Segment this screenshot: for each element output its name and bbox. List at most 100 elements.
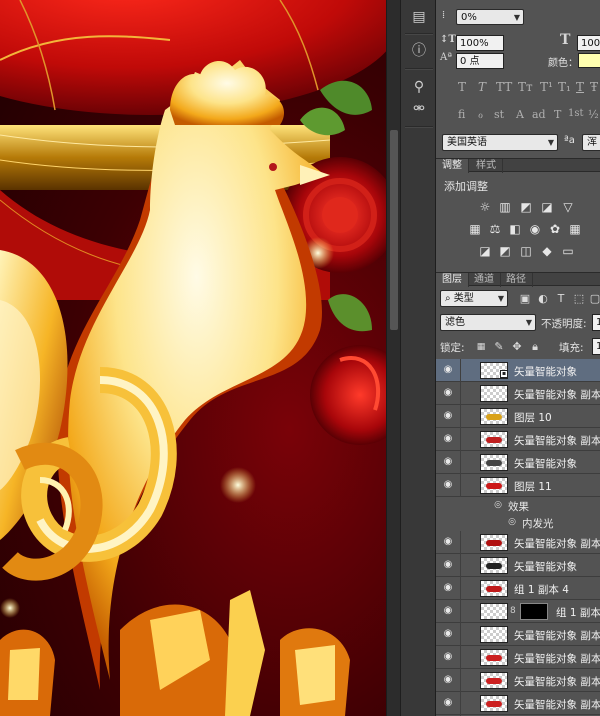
inner-glow-row[interactable]: ◎ 内发光 (436, 514, 600, 531)
tab-paths[interactable]: 路径 (500, 273, 533, 287)
layer-row[interactable]: ◉ 图层 10 (436, 405, 600, 428)
layer-name[interactable]: 矢量智能对象 (514, 364, 577, 379)
ligatures-button[interactable]: fi (458, 108, 465, 121)
layer-mask-thumbnail[interactable] (520, 603, 548, 620)
layer-row[interactable]: ◉ 矢量智能对象 副本 (436, 428, 600, 451)
visibility-eye-icon[interactable]: ◉ (441, 582, 455, 594)
language-dropdown[interactable]: 美国英语 ▼ (442, 134, 558, 151)
tab-adjustments[interactable]: 调整 (436, 159, 469, 173)
effects-row[interactable]: ◎ 效果 (436, 497, 600, 514)
vertical-scale-field[interactable]: 100% (456, 35, 504, 51)
visibility-eye-icon[interactable]: ◉ (441, 364, 455, 376)
layer-thumbnail[interactable] (480, 672, 508, 689)
all-caps-button[interactable]: TT (496, 80, 512, 94)
fractions-button[interactable]: ½ (588, 108, 599, 121)
layer-thumbnail[interactable] (480, 454, 508, 471)
visibility-eye-icon[interactable]: ◉ (441, 456, 455, 468)
antialias-dropdown[interactable]: 浑 (582, 134, 600, 151)
discretionary-ligatures-button[interactable]: ℴ (478, 108, 483, 121)
invert-icon[interactable]: ◪ (478, 244, 492, 258)
small-caps-button[interactable]: Tт (518, 80, 533, 94)
clone-source-icon[interactable]: ⚮ (407, 98, 431, 120)
lock-all-icon[interactable]: 🔒︎ (528, 340, 542, 354)
layer-name[interactable]: 矢量智能对象 副本 (514, 387, 600, 402)
lock-pixels-icon[interactable]: ✎ (492, 340, 506, 354)
visibility-eye-icon[interactable]: ◉ (441, 651, 455, 663)
layer-thumbnail[interactable] (480, 408, 508, 425)
layer-thumbnail[interactable] (480, 649, 508, 666)
underline-button[interactable]: T (576, 80, 584, 94)
layer-row[interactable]: ◉ 矢量智能对象 (436, 451, 600, 474)
visibility-eye-icon[interactable]: ◉ (441, 387, 455, 399)
color-lookup-icon[interactable]: ▦ (568, 222, 582, 236)
ordinals-button[interactable]: 1st (568, 108, 584, 119)
inner-glow-eye-icon[interactable]: ◎ (506, 516, 518, 528)
canvas-vertical-scrollbar[interactable] (386, 0, 400, 716)
filter-pixel-icon[interactable]: ▣ (518, 292, 532, 306)
layer-thumbnail[interactable] (480, 477, 508, 494)
layer-name[interactable]: 组 1 副本 (556, 605, 600, 620)
layer-thumbnail[interactable] (480, 431, 508, 448)
fill-field[interactable]: 10 (592, 338, 600, 355)
gradient-map-icon[interactable]: ▭ (561, 244, 575, 258)
layer-name[interactable]: 矢量智能对象 副本 (514, 697, 600, 712)
swash-button[interactable]: A (516, 108, 524, 121)
layer-name[interactable]: 组 1 副本 4 (514, 582, 569, 597)
layer-thumbnail[interactable] (480, 603, 508, 620)
visibility-eye-icon[interactable]: ◉ (441, 536, 455, 548)
photo-filter-icon[interactable]: ◉ (528, 222, 542, 236)
layer-row[interactable]: ◉ 矢量智能对象 副本 (436, 669, 600, 692)
layer-name[interactable]: 矢量智能对象 (514, 456, 577, 471)
text-color-swatch[interactable] (578, 53, 600, 68)
visibility-eye-icon[interactable]: ◉ (441, 559, 455, 571)
layer-row[interactable]: ◉ 8 组 1 副本 (436, 600, 600, 623)
document-canvas[interactable] (0, 0, 386, 716)
layer-thumbnail[interactable] (480, 534, 508, 551)
channel-mixer-icon[interactable]: ✿ (548, 222, 562, 236)
scrollbar-thumb[interactable] (390, 130, 398, 330)
strikethrough-button[interactable]: Ŧ (590, 80, 598, 94)
selective-color-icon[interactable]: ◆ (540, 244, 554, 258)
layer-name[interactable]: 图层 11 (514, 479, 552, 494)
filter-type-icon[interactable]: T (554, 292, 568, 306)
black-white-icon[interactable]: ◧ (508, 222, 522, 236)
exposure-icon[interactable]: ◪ (540, 200, 554, 214)
visibility-eye-icon[interactable]: ◉ (441, 605, 455, 617)
faux-bold-button[interactable]: T (458, 80, 466, 94)
horizontal-scale-field[interactable]: 100 (577, 35, 600, 51)
lock-transparency-icon[interactable]: ▦ (474, 340, 488, 354)
subscript-button[interactable]: T₁ (558, 80, 571, 94)
info-icon[interactable]: ⓘ (407, 40, 431, 62)
layer-name[interactable]: 矢量智能对象 副本 (514, 536, 600, 551)
layer-thumbnail[interactable] (480, 385, 508, 402)
titling-alternates-button[interactable]: ad (532, 108, 546, 121)
ordinals-button-t[interactable]: T (554, 108, 561, 121)
history-icon[interactable]: ▤ (407, 6, 431, 28)
mask-link-icon[interactable]: 8 (510, 606, 516, 616)
blend-mode-dropdown[interactable]: 滤色 ▼ (440, 314, 536, 331)
layer-row[interactable]: ◉ 矢量智能对象 副本 (436, 382, 600, 405)
layer-row[interactable]: ◉ 矢量智能对象 副本 (436, 646, 600, 669)
layer-name[interactable]: 矢量智能对象 副本 (514, 433, 600, 448)
color-balance-icon[interactable]: ⚖ (488, 222, 502, 236)
brush-presets-icon[interactable]: ⚲ (407, 76, 431, 98)
layer-name[interactable]: 图层 10 (514, 410, 552, 425)
visibility-eye-icon[interactable]: ◉ (441, 410, 455, 422)
posterize-icon[interactable]: ◩ (498, 244, 512, 258)
baseline-shift-field[interactable]: 0 点 (456, 53, 504, 69)
layer-name[interactable]: 矢量智能对象 副本 (514, 674, 600, 689)
layer-filter-dropdown[interactable]: ⌕ 类型 ▼ (440, 290, 508, 307)
threshold-icon[interactable]: ◫ (519, 244, 533, 258)
tracking-dropdown[interactable]: 0% ▼ (456, 9, 524, 25)
visibility-eye-icon[interactable]: ◉ (441, 674, 455, 686)
layer-row[interactable]: ◉ 组 1 副本 4 (436, 577, 600, 600)
faux-italic-button[interactable]: T (478, 80, 486, 94)
visibility-eye-icon[interactable]: ◉ (441, 479, 455, 491)
layer-row[interactable]: ◉ 矢量智能对象 副本 (436, 623, 600, 646)
tab-styles[interactable]: 样式 (470, 159, 503, 173)
visibility-eye-icon[interactable]: ◉ (441, 433, 455, 445)
levels-icon[interactable]: ▥ (498, 200, 512, 214)
layer-thumbnail[interactable] (480, 695, 508, 712)
stylistic-alternates-button[interactable]: st (494, 108, 504, 121)
layer-thumbnail[interactable] (480, 626, 508, 643)
